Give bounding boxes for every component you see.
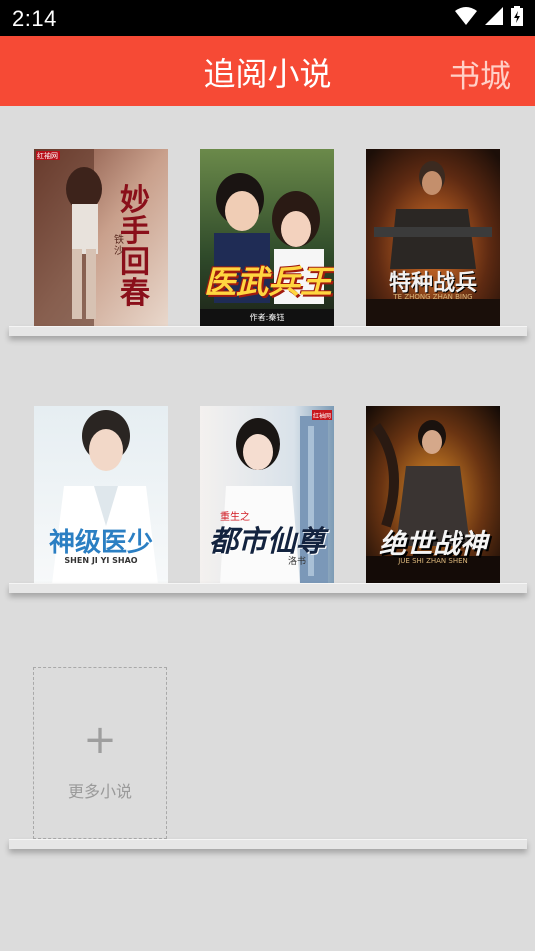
book-title: 都市仙尊 — [208, 524, 325, 558]
book-cover-6[interactable]: 绝世战神 JUE SHI ZHAN SHEN — [366, 406, 500, 584]
book-title: 绝世战神 — [379, 529, 487, 560]
bookshelf-board — [9, 326, 527, 336]
signal-icon — [485, 7, 503, 29]
status-bar: 2:14 — [0, 0, 535, 36]
plus-icon: + — [83, 717, 117, 763]
add-more-novels-button[interactable]: + 更多小说 — [33, 667, 167, 839]
book-author: 作者:秦钰 — [249, 313, 285, 322]
status-time: 2:14 — [12, 6, 57, 31]
book-publisher: 红袖网 — [37, 152, 58, 160]
wifi-icon — [455, 7, 477, 29]
book-author: 铁沙 — [114, 235, 124, 257]
book-cover-4[interactable]: 神级医少 SHEN JI YI SHAO — [34, 406, 168, 584]
bookshelf-board — [9, 839, 527, 849]
book-author: 洛书 — [288, 557, 307, 567]
book-cover-2[interactable]: 医武兵王 作者:秦钰 — [200, 149, 334, 327]
status-icons — [455, 6, 523, 30]
app-bar: 追阅小说 书城 — [0, 36, 535, 106]
book-title: 神级医少 — [48, 528, 153, 558]
book-subtitle: JUE SHI ZHAN SHEN — [398, 557, 468, 565]
book-subtitle: SHEN JI YI SHAO — [64, 556, 138, 565]
battery-icon — [511, 6, 523, 30]
bookshelf-board — [9, 583, 527, 593]
book-title: 医武兵王 — [204, 263, 333, 301]
book-cover-3[interactable]: 特种战兵 TE ZHONG ZHAN BING — [366, 149, 500, 327]
book-cover-5[interactable]: 重生之 都市仙尊 洛书 红袖网 — [200, 406, 334, 584]
book-subtitle: TE ZHONG ZHAN BING — [393, 293, 473, 301]
book-publisher: 红袖网 — [313, 413, 332, 420]
book-cover-1[interactable]: 妙手回春 铁沙 红袖网 — [34, 149, 168, 327]
add-more-label: 更多小说 — [67, 782, 132, 801]
bookstore-button[interactable]: 书城 — [449, 51, 511, 96]
